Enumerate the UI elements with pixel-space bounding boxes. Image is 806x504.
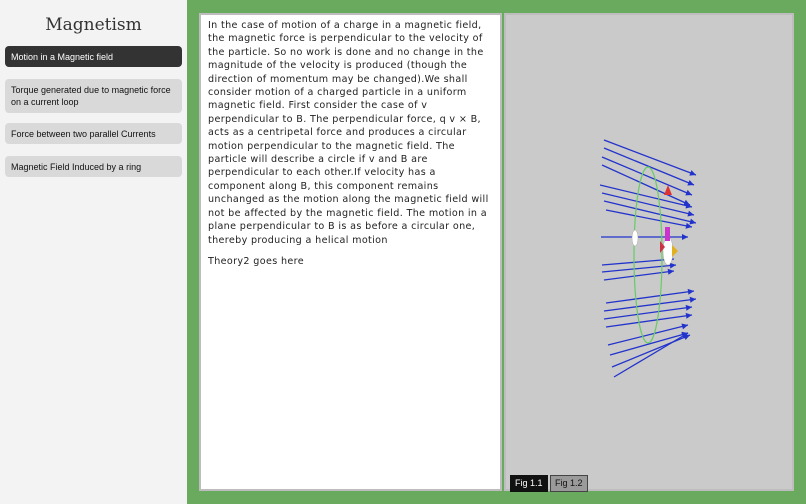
field-line [607, 324, 689, 346]
field-arrow-icon [682, 234, 688, 240]
field-line [601, 258, 675, 266]
field-line [613, 332, 689, 378]
velocity-vector-icon [665, 227, 670, 241]
magnetic-field-lines [599, 139, 697, 378]
sidebar-item-motion-in-magnetic-field[interactable]: Motion in a Magnetic field [5, 46, 182, 67]
field-arrow-icon [687, 210, 694, 217]
field-arrow-icon [685, 312, 692, 319]
field-arrow-icon [685, 304, 692, 311]
fig-1-2-button[interactable]: Fig 1.2 [550, 475, 588, 492]
charged-particle [631, 229, 639, 247]
theory-paragraph: In the case of motion of a charge in a m… [208, 20, 489, 246]
field-line [601, 264, 677, 273]
field-arrow-icon [669, 262, 676, 269]
sidebar: Magnetism Motion in a Magnetic field Tor… [0, 0, 187, 504]
force-vector-icon [672, 245, 678, 257]
theory2-paragraph: Theory2 goes here [208, 255, 304, 267]
field-arrow-icon [681, 323, 688, 330]
magnetic-field-scene[interactable] [506, 15, 792, 489]
fig-1-1-button[interactable]: Fig 1.1 [510, 475, 548, 492]
field-line [601, 164, 691, 206]
simulation-viewport[interactable]: Fig 1.1 Fig 1.2 [504, 13, 794, 492]
charged-particle-front [662, 236, 674, 266]
field-arrow-icon [689, 218, 696, 225]
sidebar-item-field-induced-by-ring[interactable]: Magnetic Field Induced by a ring [5, 156, 182, 177]
field-line [603, 139, 697, 176]
field-arrow-icon [687, 288, 694, 295]
field-line [603, 147, 695, 186]
field-line [603, 270, 675, 281]
sidebar-title: Magnetism [45, 15, 142, 35]
orbit-path [633, 166, 663, 344]
theory-panel: In the case of motion of a charge in a m… [199, 13, 502, 491]
sidebar-item-torque-current-loop[interactable]: Torque generated due to magnetic force o… [5, 79, 182, 113]
sidebar-item-parallel-currents[interactable]: Force between two parallel Currents [5, 123, 182, 144]
